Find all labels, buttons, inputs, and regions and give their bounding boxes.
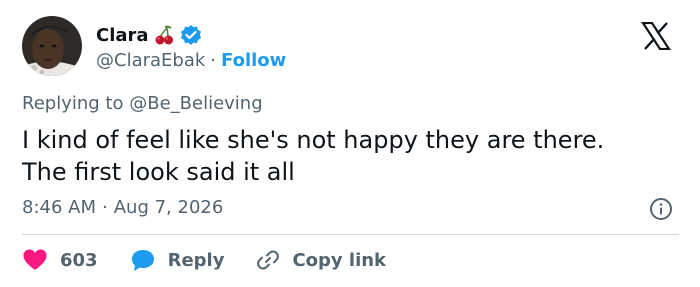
timestamp[interactable]: 8:46 AM · Aug 7, 2026 [22,197,223,218]
user-handle[interactable]: @ClaraEbak [96,50,205,71]
cherry-icon [153,24,175,46]
reply-label: Reply [167,249,225,271]
reply-button[interactable]: Reply [130,248,225,272]
handle-row: @ClaraEbak · Follow [96,48,286,72]
tweet-card: Clara @ClaraEbak · Follow Replying to @B… [0,0,700,287]
info-icon[interactable] [649,197,673,221]
name-row: Clara [96,22,202,48]
divider [22,234,679,235]
tweet-text: I kind of feel like she's not happy they… [22,124,682,188]
tweet-date: Aug 7, 2026 [113,197,224,218]
replying-mention[interactable]: @Be_Believing [129,93,262,114]
verified-icon [180,24,202,46]
reply-bubble-icon [131,250,154,271]
follow-button[interactable]: Follow [221,50,286,71]
like-button[interactable]: 603 [22,248,98,272]
link-icon [257,250,280,270]
avatar[interactable] [22,16,82,76]
x-logo-icon[interactable] [640,21,672,51]
replying-prefix: Replying to [22,93,124,114]
heart-icon [23,249,47,270]
like-count: 603 [60,249,98,271]
tweet-text-line: The first look said it all [22,158,295,186]
copy-link-label: Copy link [292,249,387,271]
replying-to: Replying to @Be_Believing [22,93,263,114]
tweet-time: 8:46 AM [22,197,96,218]
tweet-text-line: I kind of feel like she's not happy they… [22,126,605,154]
date-separator: · [102,197,108,218]
separator-dot: · [210,49,217,71]
display-name[interactable]: Clara [96,25,149,46]
copy-link-button[interactable]: Copy link [256,248,386,272]
action-bar: 603 Reply Copy link [22,246,418,274]
